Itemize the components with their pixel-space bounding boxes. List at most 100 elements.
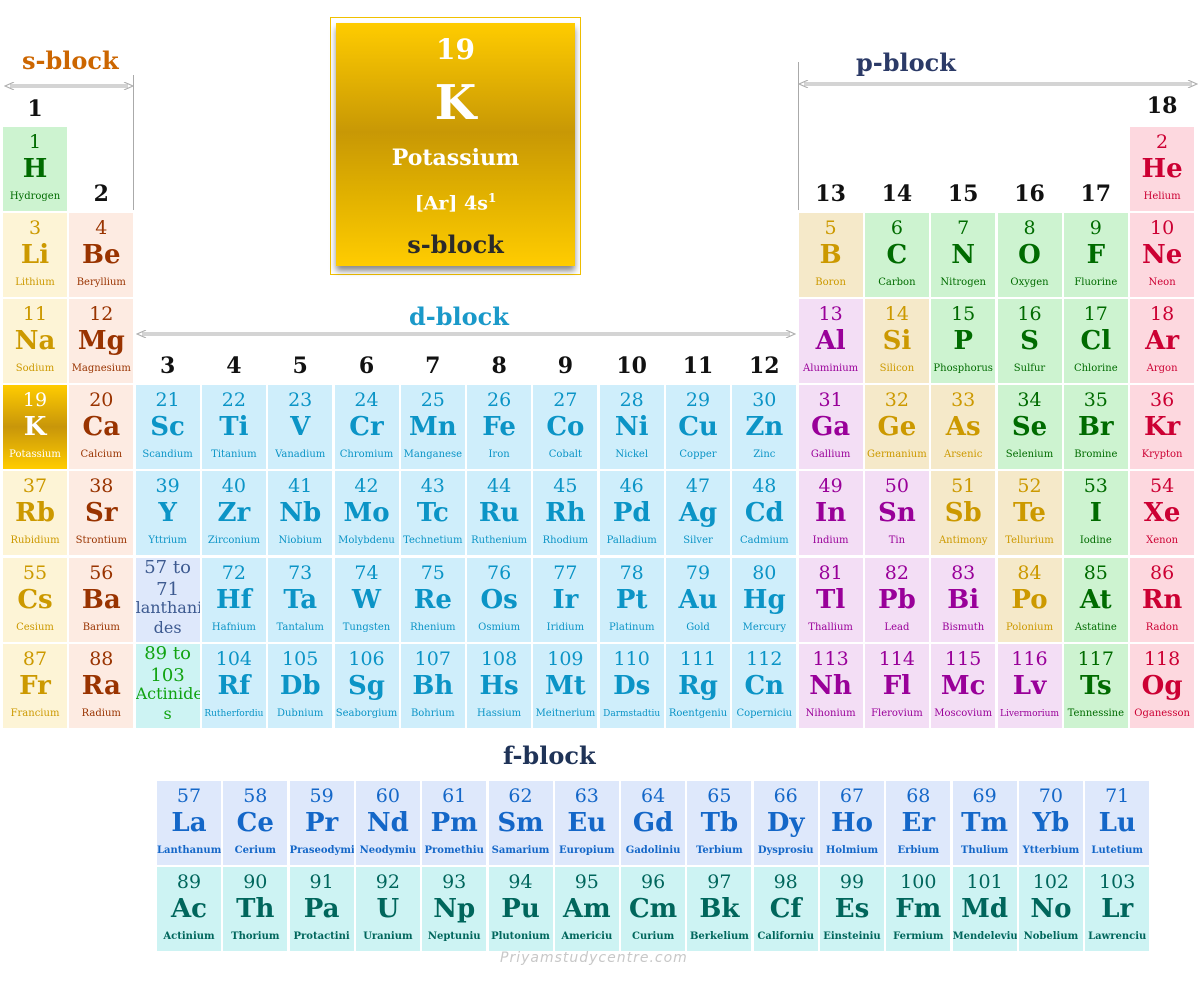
element-cell-mt[interactable]: 109 Mt Meitnerium: [533, 643, 598, 728]
element-cell-po[interactable]: 84 Po Polonium: [997, 557, 1062, 642]
element-cell-pd[interactable]: 46 Pd Palladium: [599, 471, 664, 556]
element-cell-rf[interactable]: 104 Rf Rutherfordiu: [201, 643, 266, 728]
element-cell-te[interactable]: 52 Te Tellurium: [997, 471, 1062, 556]
element-cell-b[interactable]: 5 B Boron: [798, 213, 863, 298]
element-cell-h[interactable]: 1 H Hydrogen: [3, 127, 67, 211]
element-cell-co[interactable]: 27 Co Cobalt: [533, 385, 598, 470]
element-cell-pm[interactable]: 61 Pm Promethiu: [422, 781, 487, 865]
element-cell-ne[interactable]: 10 Ne Neon: [1130, 213, 1195, 298]
element-cell-pa[interactable]: 91 Pa Protactini: [289, 867, 354, 951]
element-cell-mn[interactable]: 25 Mn Manganese: [400, 385, 465, 470]
element-cell-dy[interactable]: 66 Dy Dysprosiu: [753, 781, 818, 865]
element-cell-hg[interactable]: 80 Hg Mercury: [732, 557, 797, 642]
element-cell-sb[interactable]: 51 Sb Antimony: [931, 471, 996, 556]
element-cell-yb[interactable]: 70 Yb Ytterbium: [1018, 781, 1083, 865]
element-cell-re[interactable]: 75 Re Rhenium: [400, 557, 465, 642]
element-cell-ti[interactable]: 22 Ti Titanium: [201, 385, 266, 470]
element-cell-zn[interactable]: 30 Zn Zinc: [732, 385, 797, 470]
element-cell-nd[interactable]: 60 Nd Neodymiu: [355, 781, 420, 865]
element-cell-bk[interactable]: 97 Bk Berkelium: [687, 867, 752, 951]
element-cell-es[interactable]: 99 Es Einsteiniu: [820, 867, 884, 951]
element-cell-cr[interactable]: 24 Cr Chromium: [334, 385, 399, 470]
element-cell-mg[interactable]: 12 Mg Magnesium: [69, 299, 134, 384]
element-cell-pb[interactable]: 82 Pb Lead: [864, 557, 929, 642]
element-cell-sm[interactable]: 62 Sm Samarium: [488, 781, 553, 865]
element-cell-nh[interactable]: 113 Nh Nihonium: [798, 643, 863, 728]
element-cell-ar[interactable]: 18 Ar Argon: [1130, 299, 1195, 384]
element-cell-th[interactable]: 90 Th Thorium: [223, 867, 288, 951]
element-cell-k[interactable]: 19 K Potassium: [3, 385, 67, 470]
lanthanides-placeholder[interactable]: 57 to 71 lanthani des: [135, 557, 200, 642]
element-cell-ho[interactable]: 67 Ho Holmium: [820, 781, 884, 865]
element-cell-i[interactable]: 53 I Iodine: [1063, 471, 1128, 556]
element-cell-ra[interactable]: 88 Ra Radium: [69, 643, 134, 728]
element-cell-n[interactable]: 7 N Nitrogen: [931, 213, 996, 298]
element-cell-ds[interactable]: 110 Ds Darmstadtiu: [599, 643, 664, 728]
element-cell-p[interactable]: 15 P Phosphorus: [931, 299, 996, 384]
element-cell-lu[interactable]: 71 Lu Lutetium: [1085, 781, 1150, 865]
element-cell-be[interactable]: 4 Be Beryllium: [69, 213, 134, 298]
element-cell-cd[interactable]: 48 Cd Cadmium: [732, 471, 797, 556]
actinides-placeholder[interactable]: 89 to 103 Actinide s: [135, 643, 200, 728]
element-cell-al[interactable]: 13 Al Aluminium: [798, 299, 863, 384]
element-cell-ta[interactable]: 73 Ta Tantalum: [268, 557, 333, 642]
element-cell-lv[interactable]: 116 Lv Livermorium: [997, 643, 1062, 728]
element-cell-ce[interactable]: 58 Ce Cerium: [223, 781, 288, 865]
element-cell-rh[interactable]: 45 Rh Rhodium: [533, 471, 598, 556]
element-cell-sg[interactable]: 106 Sg Seaborgium: [334, 643, 399, 728]
element-cell-os[interactable]: 76 Os Osmium: [467, 557, 532, 642]
element-cell-zr[interactable]: 40 Zr Zirconium: [201, 471, 266, 556]
element-cell-ge[interactable]: 32 Ge Germanium: [864, 385, 929, 470]
element-cell-bi[interactable]: 83 Bi Bismuth: [931, 557, 996, 642]
element-cell-fl[interactable]: 114 Fl Flerovium: [864, 643, 929, 728]
element-cell-fr[interactable]: 87 Fr Francium: [3, 643, 67, 728]
element-cell-ga[interactable]: 31 Ga Gallium: [798, 385, 863, 470]
element-cell-v[interactable]: 23 V Vanadium: [268, 385, 333, 470]
element-cell-tb[interactable]: 65 Tb Terbium: [687, 781, 752, 865]
element-cell-fm[interactable]: 100 Fm Fermium: [886, 867, 951, 951]
element-cell-li[interactable]: 3 Li Lithium: [3, 213, 67, 298]
element-cell-c[interactable]: 6 C Carbon: [864, 213, 929, 298]
element-cell-rb[interactable]: 37 Rb Rubidium: [3, 471, 67, 556]
element-cell-ts[interactable]: 117 Ts Tennessine: [1063, 643, 1128, 728]
element-cell-fe[interactable]: 26 Fe Iron: [467, 385, 532, 470]
element-cell-np[interactable]: 93 Np Neptuniu: [422, 867, 487, 951]
element-cell-y[interactable]: 39 Y Yttrium: [135, 471, 200, 556]
element-cell-gd[interactable]: 64 Gd Gadoliniu: [621, 781, 686, 865]
element-cell-pu[interactable]: 94 Pu Plutonium: [488, 867, 553, 951]
element-cell-tm[interactable]: 69 Tm Thulium: [952, 781, 1017, 865]
element-cell-na[interactable]: 11 Na Sodium: [3, 299, 67, 384]
element-cell-sc[interactable]: 21 Sc Scandium: [135, 385, 200, 470]
element-cell-pt[interactable]: 78 Pt Platinum: [599, 557, 664, 642]
element-cell-la[interactable]: 57 La Lanthanum: [157, 781, 221, 865]
element-cell-bh[interactable]: 107 Bh Bohrium: [400, 643, 465, 728]
element-cell-at[interactable]: 85 At Astatine: [1063, 557, 1128, 642]
element-cell-cs[interactable]: 55 Cs Cesium: [3, 557, 67, 642]
element-cell-ca[interactable]: 20 Ca Calcium: [69, 385, 134, 470]
element-cell-er[interactable]: 68 Er Erbium: [886, 781, 951, 865]
element-cell-tl[interactable]: 81 Tl Thallium: [798, 557, 863, 642]
element-cell-as[interactable]: 33 As Arsenic: [931, 385, 996, 470]
element-cell-ru[interactable]: 44 Ru Ruthenium: [467, 471, 532, 556]
element-cell-pr[interactable]: 59 Pr Praseodymi: [289, 781, 354, 865]
element-cell-db[interactable]: 105 Db Dubnium: [268, 643, 333, 728]
element-cell-xe[interactable]: 54 Xe Xenon: [1130, 471, 1195, 556]
element-cell-am[interactable]: 95 Am Americiu: [554, 867, 619, 951]
element-cell-ag[interactable]: 47 Ag Silver: [666, 471, 730, 556]
element-cell-cn[interactable]: 112 Cn Coperniciu: [732, 643, 797, 728]
element-cell-ba[interactable]: 56 Ba Barium: [69, 557, 134, 642]
element-cell-w[interactable]: 74 W Tungsten: [334, 557, 399, 642]
element-cell-rg[interactable]: 111 Rg Roentgeniu: [666, 643, 730, 728]
element-cell-in[interactable]: 49 In Indium: [798, 471, 863, 556]
element-cell-ni[interactable]: 28 Ni Nickel: [599, 385, 664, 470]
element-cell-au[interactable]: 79 Au Gold: [666, 557, 730, 642]
element-cell-mc[interactable]: 115 Mc Moscovium: [931, 643, 996, 728]
element-cell-o[interactable]: 8 O Oxygen: [997, 213, 1062, 298]
element-cell-s[interactable]: 16 S Sulfur: [997, 299, 1062, 384]
element-cell-ac[interactable]: 89 Ac Actinium: [157, 867, 221, 951]
element-cell-ir[interactable]: 77 Ir Iridium: [533, 557, 598, 642]
element-cell-og[interactable]: 118 Og Oganesson: [1130, 643, 1195, 728]
element-cell-eu[interactable]: 63 Eu Europium: [554, 781, 619, 865]
element-cell-cl[interactable]: 17 Cl Chlorine: [1063, 299, 1128, 384]
element-cell-no[interactable]: 102 No Nobelium: [1018, 867, 1083, 951]
